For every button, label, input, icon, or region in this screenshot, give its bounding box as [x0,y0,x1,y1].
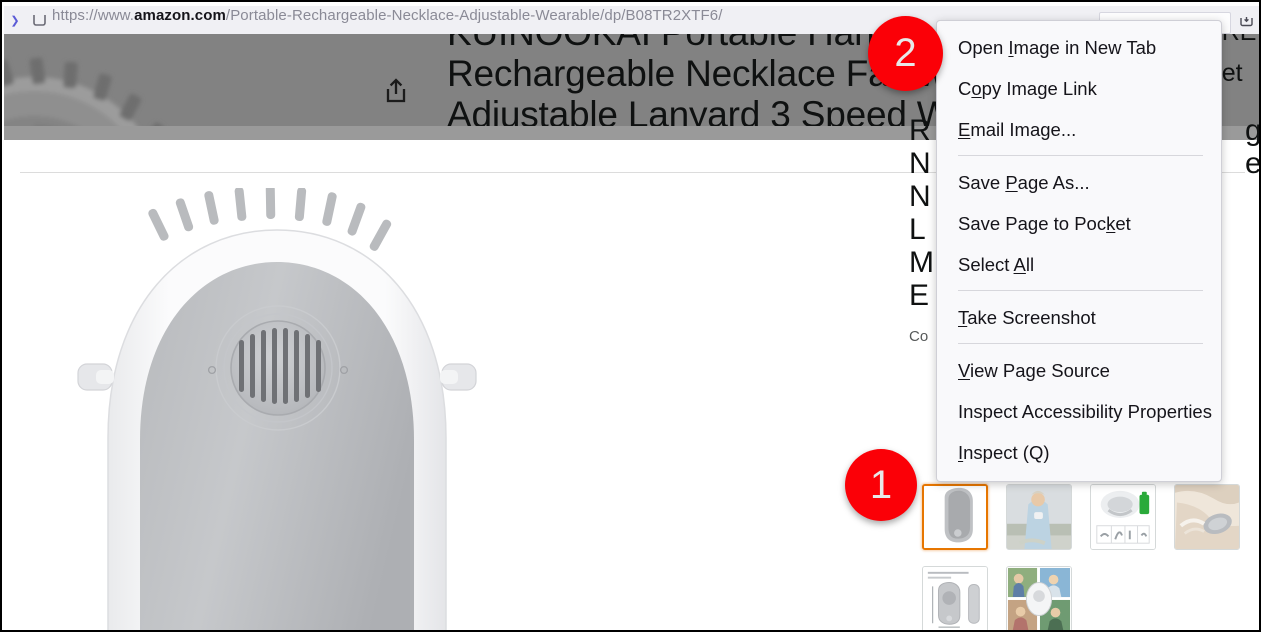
menu-item-inspect-q[interactable]: Inspect (Q) [937,432,1221,473]
tracking-protection-shield-icon[interactable] [26,12,52,28]
chevron-icon: ❯ [10,14,20,27]
menu-item-save-page-to-pocket[interactable]: Save Page to Pocket [937,203,1221,244]
bullet-right-5: e [1245,147,1261,180]
menu-separator [958,343,1203,344]
thumbnail-2-lifestyle-woman[interactable] [1006,484,1072,550]
menu-item-copy-image-link[interactable]: Copy Image Link [937,68,1221,109]
menu-item-save-page-as[interactable]: Save Page As... [937,162,1221,203]
thumbnail-6-collage-outdoor[interactable] [1006,566,1072,630]
thumbnail-strip [922,484,1252,630]
url-prefix: https://www. [52,6,135,24]
bullets-right-clipped: g e [1245,114,1261,180]
menu-item-select-all[interactable]: Select All [937,244,1221,285]
browser-window: ❯ https://www.amazon.com/Portable-Rechar… [0,0,1261,632]
thumbnail-1-product-front[interactable] [922,484,988,550]
step-badge-1: 1 [845,449,917,521]
context-menu[interactable]: Open Image in New Tab Copy Image Link Emai… [936,20,1222,482]
menu-item-open-image-in-new-tab[interactable]: Open Image in New Tab [937,27,1221,68]
url-domain: amazon.com [134,6,226,24]
thumbnail-4-hand-holding[interactable] [1174,484,1240,550]
menu-item-inspect-accessibility-properties[interactable]: Inspect Accessibility Properties [937,391,1221,432]
share-icon[interactable] [379,74,413,108]
bullet-right-2: g [1245,114,1261,147]
menu-item-email-image[interactable]: Email Image... [937,109,1221,150]
thumbnail-3-battery-modes[interactable] [1090,484,1156,550]
blurred-fan-blade-graphic [4,57,166,126]
menu-separator [958,155,1203,156]
menu-item-view-page-source[interactable]: View Page Source [937,350,1221,391]
step-badge-2: 2 [868,16,943,91]
downloads-tray-icon[interactable] [1235,10,1257,32]
thumbnail-5-dimensions-diagram[interactable] [922,566,988,630]
menu-item-take-screenshot[interactable]: Take Screenshot [937,297,1221,338]
url-path: /Portable-Rechargeable-Necklace-Adjustab… [225,6,723,24]
menu-separator [958,290,1203,291]
main-product-image[interactable] [12,182,892,630]
neck-fan-illustration [77,188,477,630]
